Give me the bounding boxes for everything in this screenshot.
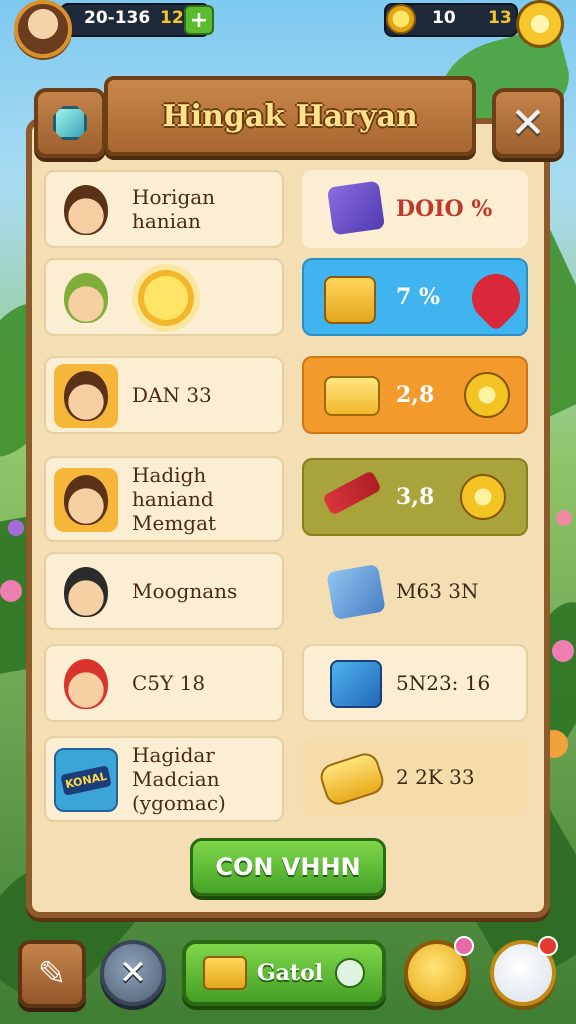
reward-value: DOIO % — [396, 196, 493, 222]
list-item[interactable]: C5Y 18 — [44, 644, 284, 722]
top-hud: 20-136 12 + 10 13 — [0, 0, 576, 58]
reward-value: 5N23: 16 — [396, 671, 491, 695]
title-banner: Hingak Haryan — [104, 76, 476, 156]
reward-card[interactable]: 5N23: 16 — [302, 644, 528, 722]
row-name: Moognans — [132, 579, 238, 603]
coin-icon — [460, 474, 506, 520]
reward-value: M63 3N — [396, 579, 479, 603]
reward-value: 2,8 — [396, 382, 435, 408]
chat-button[interactable] — [490, 936, 558, 1006]
gold-ingot-icon — [316, 749, 388, 809]
edit-icon: ✎ — [37, 954, 67, 994]
character-portrait — [54, 364, 118, 428]
cancel-button[interactable]: ✕ — [100, 940, 166, 1006]
list-item[interactable]: DAN 33 — [44, 356, 284, 434]
edit-button[interactable]: ✎ — [18, 940, 86, 1008]
pet-button[interactable] — [404, 936, 474, 1006]
notification-badge — [454, 936, 474, 956]
coin-icon — [464, 372, 510, 418]
player-avatar[interactable] — [14, 0, 72, 58]
add-currency-button[interactable]: + — [184, 5, 214, 35]
character-portrait — [54, 266, 118, 330]
gift-box-icon — [330, 660, 382, 708]
plus-icon: + — [189, 7, 209, 33]
page-title: Hingak Haryan — [162, 98, 418, 134]
reward-card[interactable]: 7 % — [302, 258, 530, 336]
gift-box-icon — [326, 180, 386, 236]
close-icon: ✕ — [510, 98, 546, 147]
hud-right-value: 10 — [432, 8, 456, 28]
row-name: Horigan hanian — [132, 185, 216, 233]
character-portrait — [54, 560, 118, 624]
reward-value: 7 % — [396, 284, 440, 310]
heart-icon — [462, 264, 530, 332]
list-item[interactable]: Horigan hanian — [44, 170, 284, 248]
hud-level: 12 — [160, 8, 184, 28]
character-portrait — [54, 178, 118, 242]
list-item[interactable] — [44, 258, 284, 336]
hud-left-value: 20-136 — [84, 8, 151, 28]
gold-bar-icon — [324, 376, 380, 416]
treasure-chest-icon — [324, 276, 376, 324]
row-name: Hadigh haniand Memgat — [132, 463, 217, 535]
reward-card[interactable]: DOIO % — [302, 170, 528, 248]
reward-value: 2 2K 33 — [396, 765, 475, 789]
reward-value: 3,8 — [396, 484, 435, 510]
badge-portrait: KONAL — [54, 748, 118, 812]
gem-icon — [386, 4, 416, 34]
collect-button[interactable]: CON VHHN — [190, 838, 386, 896]
reward-card[interactable]: 2,8 — [302, 356, 528, 434]
row-name: C5Y 18 — [132, 671, 206, 695]
reward-card[interactable]: 2 2K 33 — [302, 738, 528, 816]
list-item[interactable]: Hadigh haniand Memgat — [44, 456, 284, 542]
hud-coins: 13 — [488, 8, 512, 28]
reward-card[interactable]: 3,8 — [302, 458, 528, 536]
character-portrait — [54, 468, 118, 532]
refresh-icon — [335, 958, 366, 988]
row-name: DAN 33 — [132, 383, 212, 407]
list-item[interactable]: Moognans — [44, 552, 284, 630]
firecracker-icon — [322, 470, 382, 516]
gift-box-icon — [326, 563, 386, 621]
coin-shop-button[interactable] — [516, 0, 564, 48]
close-button[interactable]: ✕ — [492, 88, 564, 158]
close-icon: ✕ — [118, 953, 148, 993]
gatol-label: Gatol — [256, 960, 324, 986]
row-name: Hagidar Madcian (ygomac) — [132, 743, 226, 815]
badge-label: KONAL — [60, 764, 112, 796]
list-item[interactable]: KONAL Hagidar Madcian (ygomac) — [44, 736, 284, 822]
treasure-chest-icon — [202, 956, 247, 990]
reward-card[interactable]: M63 3N — [302, 552, 528, 630]
gatol-button[interactable]: Gatol — [182, 940, 386, 1006]
notification-badge — [538, 936, 558, 956]
info-button[interactable] — [34, 88, 106, 158]
character-portrait — [54, 652, 118, 716]
gem-icon — [53, 106, 87, 140]
sun-icon — [138, 270, 194, 326]
